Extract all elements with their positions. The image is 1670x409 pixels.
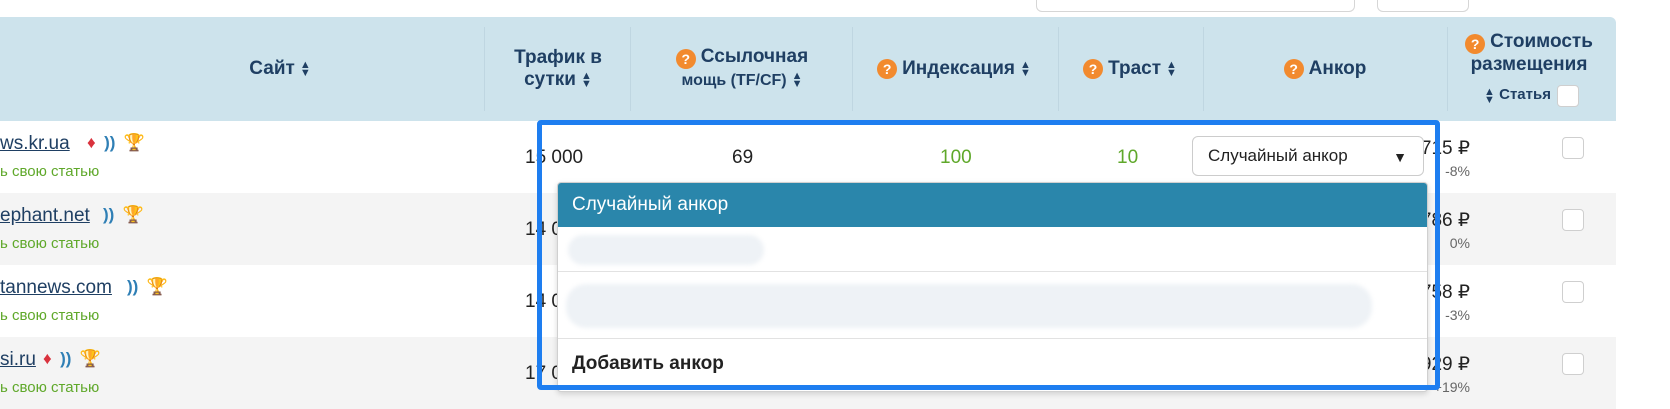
rss-icon: )) — [127, 277, 139, 296]
row-icons: )) 🏆 — [123, 277, 168, 297]
price-value: 929 ₽ — [1420, 354, 1470, 375]
header-link-power[interactable]: ? Ссылочная мощь (TF/CF) ▲ ▼ — [632, 17, 852, 121]
write-article-link[interactable]: ь свою статью — [0, 163, 99, 180]
row-icons: ♦ )) 🏆 — [39, 349, 101, 369]
header-anchor-label: Анкор — [1308, 58, 1367, 79]
top-filter-input-2[interactable] — [1377, 0, 1469, 12]
price-value: 758 ₽ — [1420, 282, 1470, 303]
select-all-checkbox[interactable] — [1556, 84, 1579, 107]
gem-icon: ♦ — [87, 133, 96, 152]
dropdown-option[interactable] — [558, 227, 1427, 272]
trophy-icon: 🏆 — [79, 349, 102, 368]
price-change: -3% — [1445, 307, 1470, 323]
rss-icon: )) — [104, 133, 116, 152]
help-icon[interactable]: ? — [1465, 34, 1486, 55]
anchor-select[interactable]: Случайный анкор ▼ — [1192, 136, 1424, 176]
traffic-value: 15 000 — [525, 147, 584, 168]
trophy-icon: 🏆 — [123, 133, 146, 152]
row-icons: ♦ )) 🏆 — [83, 133, 145, 153]
header-indexing[interactable]: ? Индексация ▲ ▼ — [854, 17, 1054, 121]
site-link[interactable]: ephant.net — [0, 205, 90, 227]
dropdown-option[interactable] — [558, 272, 1427, 339]
trust-value: 10 — [1117, 147, 1139, 168]
header-link-line2: мощь (TF/CF) — [681, 72, 787, 89]
sort-icon[interactable]: ▲ ▼ — [300, 60, 311, 79]
trophy-icon: 🏆 — [122, 205, 144, 224]
chevron-down-icon: ▼ — [1393, 149, 1407, 165]
sort-icon[interactable]: ▲ ▼ — [1484, 86, 1495, 105]
header-trust[interactable]: ? Траст ▲ ▼ — [1060, 17, 1200, 121]
indexing-value: 100 — [940, 147, 972, 168]
header-cost-line2: размещения — [1470, 54, 1588, 76]
dropdown-option-selected[interactable]: Случайный анкор — [558, 183, 1427, 227]
row-checkbox[interactable] — [1562, 137, 1584, 159]
row-checkbox[interactable] — [1562, 281, 1584, 303]
price-value: 786 ₽ — [1420, 210, 1470, 231]
price-change: 0% — [1449, 235, 1470, 251]
header-anchor: ? Анкор — [1205, 17, 1445, 121]
price-change: -8% — [1445, 163, 1470, 179]
top-filter-input[interactable] — [1036, 0, 1355, 12]
sort-icon[interactable]: ▲ ▼ — [1166, 60, 1177, 79]
header-traffic-line2: сутки — [524, 69, 576, 90]
price-value: 715 ₽ — [1420, 138, 1470, 159]
header-site[interactable]: Сайт ▲ ▼ — [80, 17, 480, 121]
redacted-text — [566, 284, 1372, 328]
table-header: Сайт ▲ ▼ Трафик в сутки ▲ ▼ ? Ссылочная мощь… — [0, 17, 1616, 121]
row-checkbox[interactable] — [1562, 353, 1584, 375]
site-link[interactable]: ws.kr.ua — [0, 133, 70, 155]
site-link[interactable]: si.ru — [0, 349, 36, 371]
help-icon[interactable]: ? — [1283, 59, 1304, 79]
sort-icon[interactable]: ▲ ▼ — [1020, 60, 1031, 79]
site-link[interactable]: tannews.com — [0, 277, 112, 299]
anchor-dropdown: Случайный анкор Добавить анкор — [557, 182, 1428, 392]
sort-icon[interactable]: ▲ ▼ — [581, 70, 592, 89]
write-article-link[interactable]: ь свою статью — [0, 379, 99, 396]
trophy-icon: 🏆 — [146, 277, 168, 296]
link-power-value: 69 — [732, 147, 754, 168]
header-cost-line1: Стоимость — [1490, 31, 1593, 53]
row-checkbox[interactable] — [1562, 209, 1584, 231]
row-icons: )) 🏆 — [99, 205, 144, 225]
header-indexing-label: Индексация — [902, 58, 1015, 79]
header-cost[interactable]: ? Стоимость размещения ▲ ▼ Статья — [1449, 17, 1609, 121]
rss-icon: )) — [60, 349, 72, 368]
header-site-label: Сайт — [249, 58, 295, 79]
help-icon[interactable]: ? — [675, 49, 696, 69]
rss-icon: )) — [103, 205, 115, 224]
header-traffic-line1: Трафик в — [514, 47, 602, 68]
write-article-link[interactable]: ь свою статью — [0, 307, 99, 324]
redacted-text — [568, 235, 764, 265]
price-change: +19% — [1433, 379, 1470, 395]
header-traffic[interactable]: Трафик в сутки ▲ ▼ — [486, 17, 630, 121]
sort-icon[interactable]: ▲ ▼ — [792, 70, 803, 89]
anchor-select-value: Случайный анкор — [1208, 146, 1348, 165]
write-article-link[interactable]: ь свою статью — [0, 235, 99, 252]
add-anchor-option[interactable]: Добавить анкор — [572, 353, 724, 375]
header-link-line1: Ссылочная — [700, 46, 809, 67]
help-icon[interactable]: ? — [1083, 59, 1104, 79]
header-article-label: Статья — [1499, 86, 1551, 104]
header-trust-label: Траст — [1108, 58, 1162, 79]
help-icon[interactable]: ? — [877, 59, 898, 79]
gem-icon: ♦ — [43, 349, 52, 368]
